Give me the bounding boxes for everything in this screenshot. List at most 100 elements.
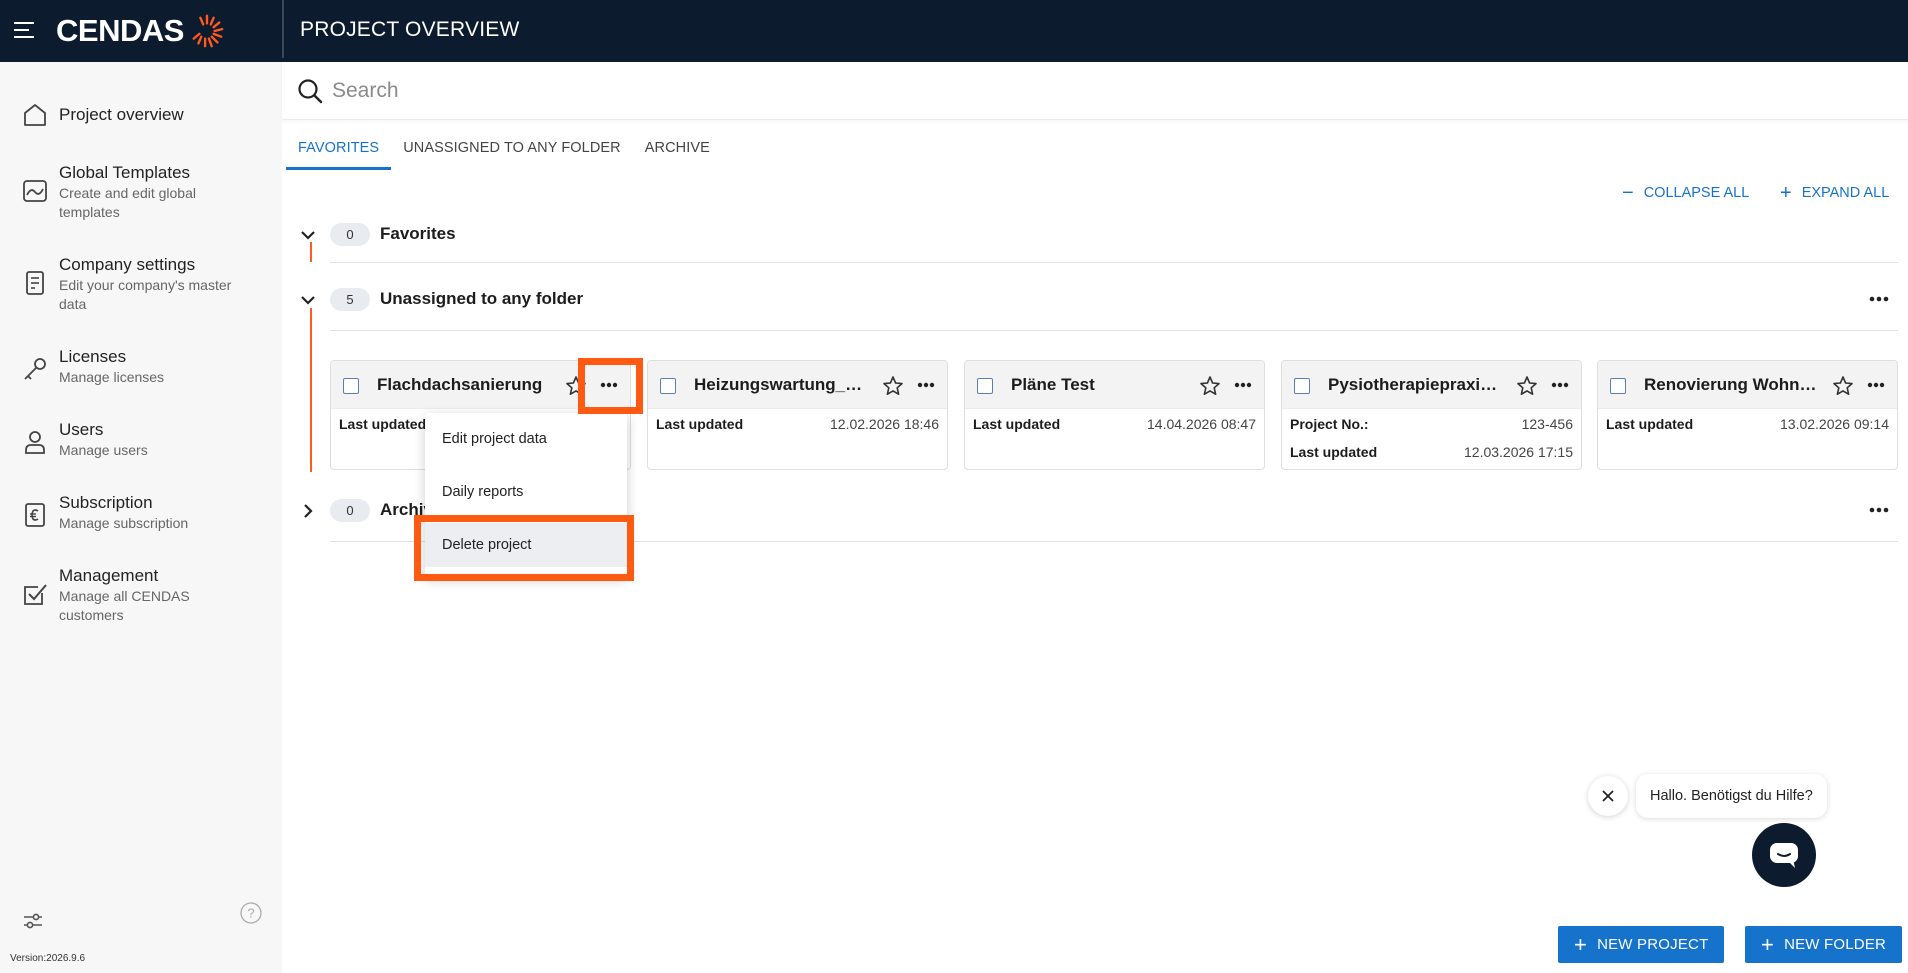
group-count-badge: 5 [330,288,370,311]
card-checkbox[interactable] [1610,378,1626,394]
sidebar-item-subtext: Create and edit global templates [59,185,196,220]
plus-icon: + [1574,931,1588,957]
chevron-right-icon[interactable] [296,499,320,523]
card-meta-row: Last updated 13.02.2026 09:14 [1606,416,1889,434]
search-bar [282,62,1908,120]
meta-value: 13.02.2026 09:14 [1780,416,1889,432]
star-icon[interactable] [1831,374,1855,398]
close-icon [1602,790,1614,802]
meta-value: 14.04.2026 08:47 [1147,416,1256,432]
meta-key: Last updated [973,416,1061,432]
star-icon[interactable] [881,374,905,398]
star-icon[interactable] [1515,374,1539,398]
search-input[interactable] [332,75,1232,107]
card-checkbox[interactable] [977,378,993,394]
divider [330,330,1898,331]
sidebar-item-subscription[interactable]: Subscription Manage subscription [0,490,282,538]
project-title: Heizungswartung_H... [694,375,869,394]
meta-key: Last updated [1606,416,1694,432]
template-icon [23,180,47,202]
top-divider [282,0,284,58]
card-meta-row: Last updated 12.02.2026 18:46 [656,416,939,434]
sidebar-item-label: Subscription [59,493,153,512]
page-title: PROJECT OVERVIEW [300,18,520,41]
key-icon [24,358,46,380]
more-horizontal-icon[interactable] [1862,284,1896,314]
sidebar-item-label: Global Templates [59,163,191,182]
meta-key: Last updated [656,416,744,432]
project-title: Pläne Test [1011,375,1095,394]
sidebar-item-label: Users [59,420,104,439]
more-horizontal-icon[interactable] [1545,373,1575,397]
project-title: Flachdachsanierung [377,375,543,394]
project-card[interactable]: Pläne Test Last updated 14.04.2026 08:47 [964,360,1265,470]
sidebar-item-label: Company settings [59,255,196,274]
tab-archive[interactable]: ARCHIVE [633,136,722,170]
project-card[interactable]: Pysiotherapiepraxis ... Project No.: 123… [1281,360,1582,470]
tree-line [310,308,312,472]
meta-key: Project No.: [1290,416,1369,432]
tab-favorites[interactable]: FAVORITES [286,136,392,170]
sidebar-item-subtext: Edit your company's master data [59,277,232,312]
group-count-badge: 0 [330,223,370,246]
sidebar-item-label: Management [59,566,159,585]
sidebar-item-global-templates[interactable]: Global Templates Create and edit global … [0,160,282,224]
minus-icon: − [1622,182,1634,204]
card-checkbox[interactable] [1294,378,1310,394]
tab-bar: FAVORITES UNASSIGNED TO ANY FOLDER ARCHI… [286,136,722,170]
highlight-delete-project [414,515,634,581]
chat-greeting[interactable]: Hallo. Benötigst du Hilfe? [1636,774,1827,818]
group-count-badge: 0 [330,499,370,522]
menu-item-daily-reports[interactable]: Daily reports [425,470,627,514]
expand-all-button[interactable]: + EXPAND ALL [1780,182,1889,204]
menu-icon[interactable] [12,18,36,42]
plus-icon: + [1761,931,1775,957]
project-card[interactable]: Heizungswartung_H... Last updated 12.02.… [647,360,948,470]
help-icon[interactable]: ? [240,902,262,924]
cendas-logo[interactable]: CENDAS [56,13,226,48]
settings-sliders-icon[interactable] [21,909,45,933]
card-meta-row: Project No.: 123-456 [1290,416,1573,434]
card-checkbox[interactable] [343,378,359,394]
top-bar: CENDAS PROJECT OVERVIEW [0,0,1908,62]
new-folder-button[interactable]: + NEW FOLDER [1745,926,1903,963]
new-project-label: NEW PROJECT [1597,936,1709,953]
expand-all-label: EXPAND ALL [1801,185,1890,201]
chat-close-button[interactable] [1588,776,1628,816]
new-project-button[interactable]: + NEW PROJECT [1558,926,1725,963]
sidebar-item-company-settings[interactable]: Company settings Edit your company's mas… [0,252,282,316]
collapse-all-button[interactable]: − COLLAPSE ALL [1622,182,1749,204]
chat-icon [1770,843,1798,868]
menu-item-edit-project-data[interactable]: Edit project data [425,417,627,461]
sidebar-item-label: Project overview [59,105,184,124]
project-title: Renovierung Wohnu... [1644,375,1819,394]
sidebar: Project overview Global Templates Create… [0,62,282,973]
more-horizontal-icon[interactable] [1228,373,1258,397]
highlight-more-button [578,358,643,414]
meta-key: Last updated [339,416,427,432]
sidebar-item-subtext: Manage subscription [59,515,189,531]
sidebar-item-project-overview[interactable]: Project overview [0,96,282,136]
star-icon[interactable] [1198,374,1222,398]
collapse-all-label: COLLAPSE ALL [1643,185,1750,201]
card-meta-row: Last updated 14.04.2026 08:47 [973,416,1256,434]
home-icon [24,104,46,126]
more-horizontal-icon[interactable] [911,373,941,397]
card-meta-row: Last updated 12.03.2026 17:15 [1290,444,1573,462]
more-horizontal-icon[interactable] [1861,373,1891,397]
more-horizontal-icon[interactable] [1862,495,1896,525]
chat-launcher-button[interactable] [1752,823,1816,887]
meta-value: 123-456 [1521,416,1573,432]
tab-unassigned[interactable]: UNASSIGNED TO ANY FOLDER [391,136,633,170]
group-favorites: 0 Favorites [296,219,1896,249]
logo-text: CENDAS [56,13,184,48]
building-icon [26,271,44,295]
project-card[interactable]: Renovierung Wohnu... Last updated 13.02.… [1597,360,1898,470]
group-title: Favorites [380,224,456,243]
sidebar-item-users[interactable]: Users Manage users [0,417,282,465]
chevron-down-icon[interactable] [296,288,320,312]
sidebar-item-management[interactable]: Management Manage all CENDAS customers [0,563,282,627]
card-checkbox[interactable] [660,378,676,394]
chevron-down-icon[interactable] [296,223,320,247]
sidebar-item-licenses[interactable]: Licenses Manage licenses [0,344,282,392]
